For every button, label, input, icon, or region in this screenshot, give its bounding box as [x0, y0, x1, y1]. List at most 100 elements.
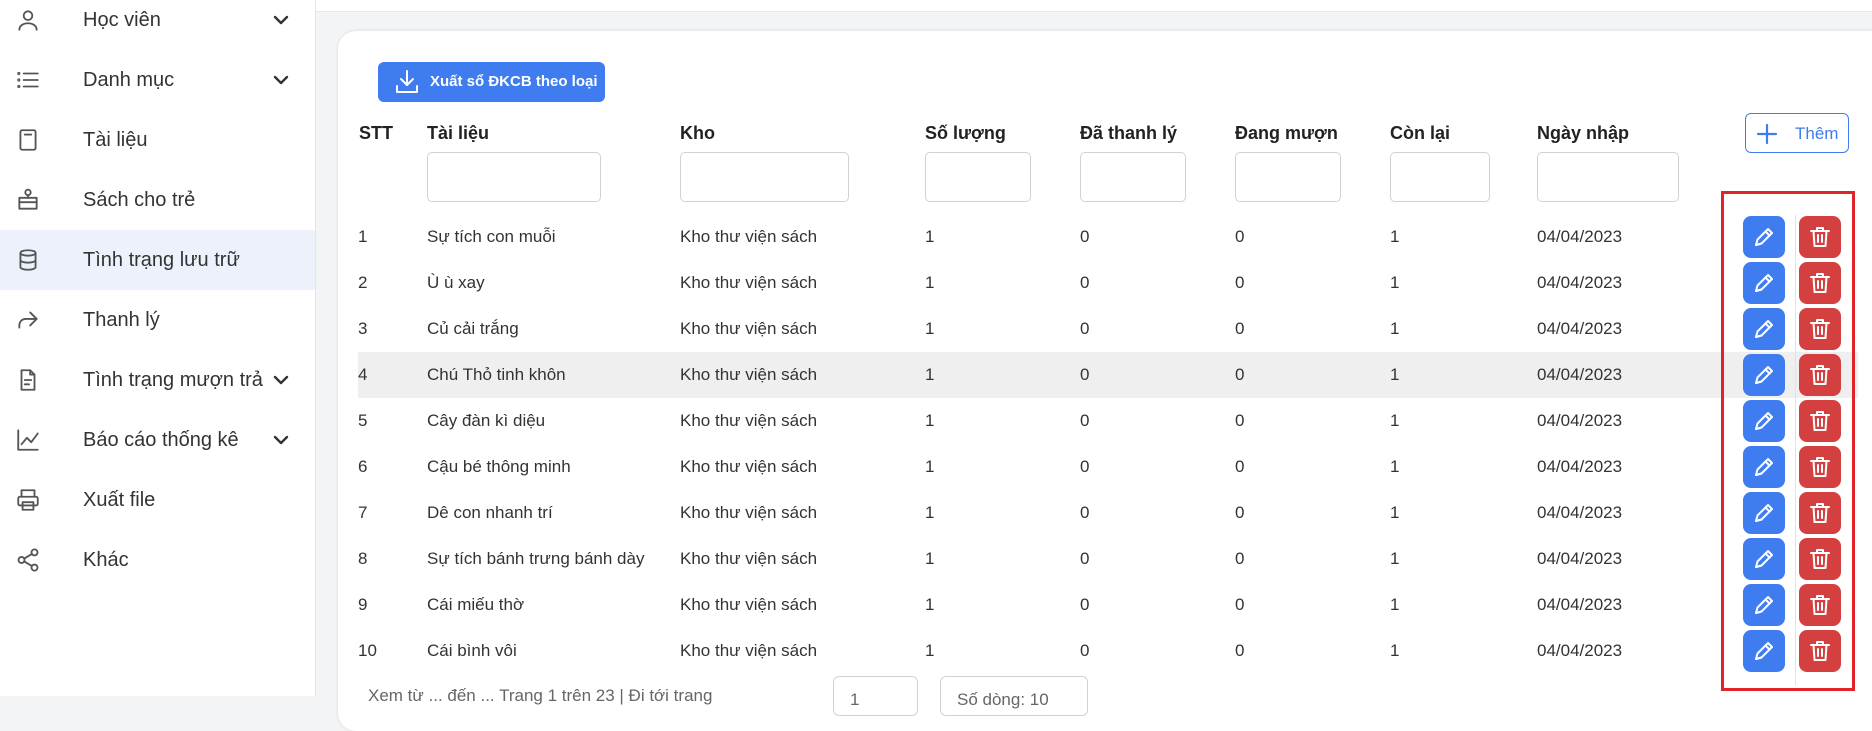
table-row[interactable]: 2 Ù ù xay Kho thư viện sách 1 0 0 1 04/04/2023: [358, 260, 1858, 306]
edit-button[interactable]: [1743, 216, 1785, 258]
table-cell: 0: [1235, 365, 1245, 384]
delete-button[interactable]: [1799, 262, 1841, 304]
delete-button[interactable]: [1799, 354, 1841, 396]
table-cell: Kho thư viện sách: [680, 411, 818, 430]
table-cell: Cây đàn kì diệu: [427, 411, 546, 430]
edit-button[interactable]: [1743, 354, 1785, 396]
table-cell: 8: [358, 549, 368, 568]
sidebar-item-xuat-file[interactable]: Xuất file: [0, 470, 315, 530]
sidebar-item-sach-cho-tre[interactable]: Sách cho trẻ: [0, 170, 315, 230]
column-header-da-thanh-ly: Đã thanh lý: [1080, 123, 1178, 143]
export-register-button[interactable]: Xuất sổ ĐKCB theo loại: [378, 62, 605, 102]
table-cell: 04/04/2023: [1537, 365, 1623, 384]
edit-button[interactable]: [1743, 400, 1785, 442]
table-cell: Sự tích con muỗi: [427, 227, 556, 246]
delete-button[interactable]: [1799, 216, 1841, 258]
table-cell: Củ cải trắng: [427, 319, 519, 338]
document-icon: [14, 366, 42, 394]
table-cell: 04/04/2023: [1537, 503, 1623, 522]
action-divider: [1795, 215, 1796, 685]
sidebar-item-tai-lieu[interactable]: Tài liệu: [0, 110, 315, 170]
filter-so-luong-input[interactable]: [925, 152, 1031, 202]
pencil-icon: [1755, 642, 1773, 660]
sidebar-item-label: Học viên: [83, 8, 161, 31]
edit-button[interactable]: [1743, 308, 1785, 350]
table-cell: 0: [1080, 595, 1090, 614]
column-header-tai-lieu: Tài liệu: [427, 123, 490, 143]
table-row[interactable]: 1 Sự tích con muỗi Kho thư viện sách 1 0 0 1 04…: [358, 214, 1858, 260]
table-cell: 1: [925, 503, 935, 522]
table-row[interactable]: 3 Củ cải trắng Kho thư viện sách 1 0 0 1 04/04/…: [358, 306, 1858, 352]
table-row[interactable]: 9 Cái miếu thờ Kho thư viện sách 1 0 0 1 04/04/…: [358, 582, 1858, 628]
sidebar-item-bao-cao-thong-ke[interactable]: Báo cáo thống kê: [0, 410, 315, 470]
table-cell: 0: [1080, 457, 1090, 476]
table-cell: 0: [1235, 641, 1245, 660]
delete-button[interactable]: [1799, 446, 1841, 488]
table-cell: 1: [1390, 549, 1400, 568]
filter-ngay-nhap-input[interactable]: [1537, 152, 1679, 202]
table-cell: 1: [1390, 227, 1400, 246]
delete-button[interactable]: [1799, 584, 1841, 626]
table-row[interactable]: 4 Chú Thỏ tinh khôn Kho thư viện sách 1 0 0 1 0…: [358, 352, 1858, 398]
table-cell: 0: [1235, 273, 1245, 292]
filter-con-lai-input[interactable]: [1390, 152, 1490, 202]
chevron-down-icon: [271, 10, 291, 30]
table-row[interactable]: 7 Dê con nhanh trí Kho thư viện sách 1 0 0 1 04…: [358, 490, 1858, 536]
table-cell: 1: [1390, 641, 1400, 660]
table-cell: 04/04/2023: [1537, 457, 1623, 476]
delete-button[interactable]: [1799, 492, 1841, 534]
table-cell: 1: [358, 227, 368, 246]
add-button[interactable]: Thêm: [1745, 113, 1849, 153]
trash-icon: [1810, 411, 1830, 431]
table-cell: 1: [925, 641, 935, 660]
rows-per-page-select[interactable]: Số dòng: 10: [940, 676, 1088, 716]
delete-button[interactable]: [1799, 538, 1841, 580]
column-header-stt: STT: [359, 123, 393, 143]
page-jump-input[interactable]: 1: [833, 676, 918, 716]
sidebar-item-thanh-ly[interactable]: Thanh lý: [0, 290, 315, 350]
table-cell: 0: [1235, 503, 1245, 522]
trash-icon: [1810, 227, 1830, 247]
table-cell: 1: [925, 457, 935, 476]
edit-button[interactable]: [1743, 538, 1785, 580]
delete-button[interactable]: [1799, 630, 1841, 672]
edit-button[interactable]: [1743, 492, 1785, 534]
table-cell: 04/04/2023: [1537, 595, 1623, 614]
sidebar-item-hoc-vien[interactable]: Học viên: [0, 0, 315, 50]
table-cell: 1: [925, 227, 935, 246]
sidebar-item-label: Báo cáo thống kê: [83, 428, 239, 451]
sidebar-item-tinh-trang-muon-tra[interactable]: Tình trạng mượn trả: [0, 350, 315, 410]
edit-button[interactable]: [1743, 630, 1785, 672]
sidebar-item-danh-muc[interactable]: Danh mục: [0, 50, 315, 110]
table-cell: 04/04/2023: [1537, 549, 1623, 568]
delete-button[interactable]: [1799, 400, 1841, 442]
table-row[interactable]: 10 Cái bình vôi Kho thư viện sách 1 0 0 1 04/04…: [358, 628, 1858, 674]
table-cell: 04/04/2023: [1537, 227, 1623, 246]
sidebar-item-tinh-trang-luu-tru[interactable]: Tình trạng lưu trữ: [0, 230, 315, 290]
filter-kho-input[interactable]: [680, 152, 849, 202]
pencil-icon: [1755, 550, 1773, 568]
table-row[interactable]: 5 Cây đàn kì diệu Kho thư viện sách 1 0 0 1 04/…: [358, 398, 1858, 444]
table-cell: 1: [925, 595, 935, 614]
table-cell: 6: [358, 457, 368, 476]
table-row[interactable]: 6 Cậu bé thông minh Kho thư viện sách 1 0 0 1 0…: [358, 444, 1858, 490]
filter-da-thanh-ly-input[interactable]: [1080, 152, 1186, 202]
share-nodes-icon: [14, 546, 42, 574]
filter-dang-muon-input[interactable]: [1235, 152, 1341, 202]
filter-tai-lieu-input[interactable]: [427, 152, 601, 202]
edit-button[interactable]: [1743, 446, 1785, 488]
chevron-down-icon: [271, 430, 291, 450]
table-cell: Kho thư viện sách: [680, 457, 818, 476]
delete-button[interactable]: [1799, 308, 1841, 350]
table-cell: Kho thư viện sách: [680, 503, 818, 522]
edit-button[interactable]: [1743, 262, 1785, 304]
trash-icon: [1810, 319, 1830, 339]
sidebar-item-khac[interactable]: Khác: [0, 530, 315, 590]
sidebar-item-label: Thanh lý: [83, 308, 160, 331]
table-row[interactable]: 8 Sự tích bánh trưng bánh dày Kho thư viện…: [358, 536, 1858, 582]
plus-icon: [1756, 123, 1778, 145]
table-cell: Kho thư viện sách: [680, 365, 818, 384]
table-cell: 1: [925, 319, 935, 338]
top-bar: [316, 0, 1872, 12]
edit-button[interactable]: [1743, 584, 1785, 626]
